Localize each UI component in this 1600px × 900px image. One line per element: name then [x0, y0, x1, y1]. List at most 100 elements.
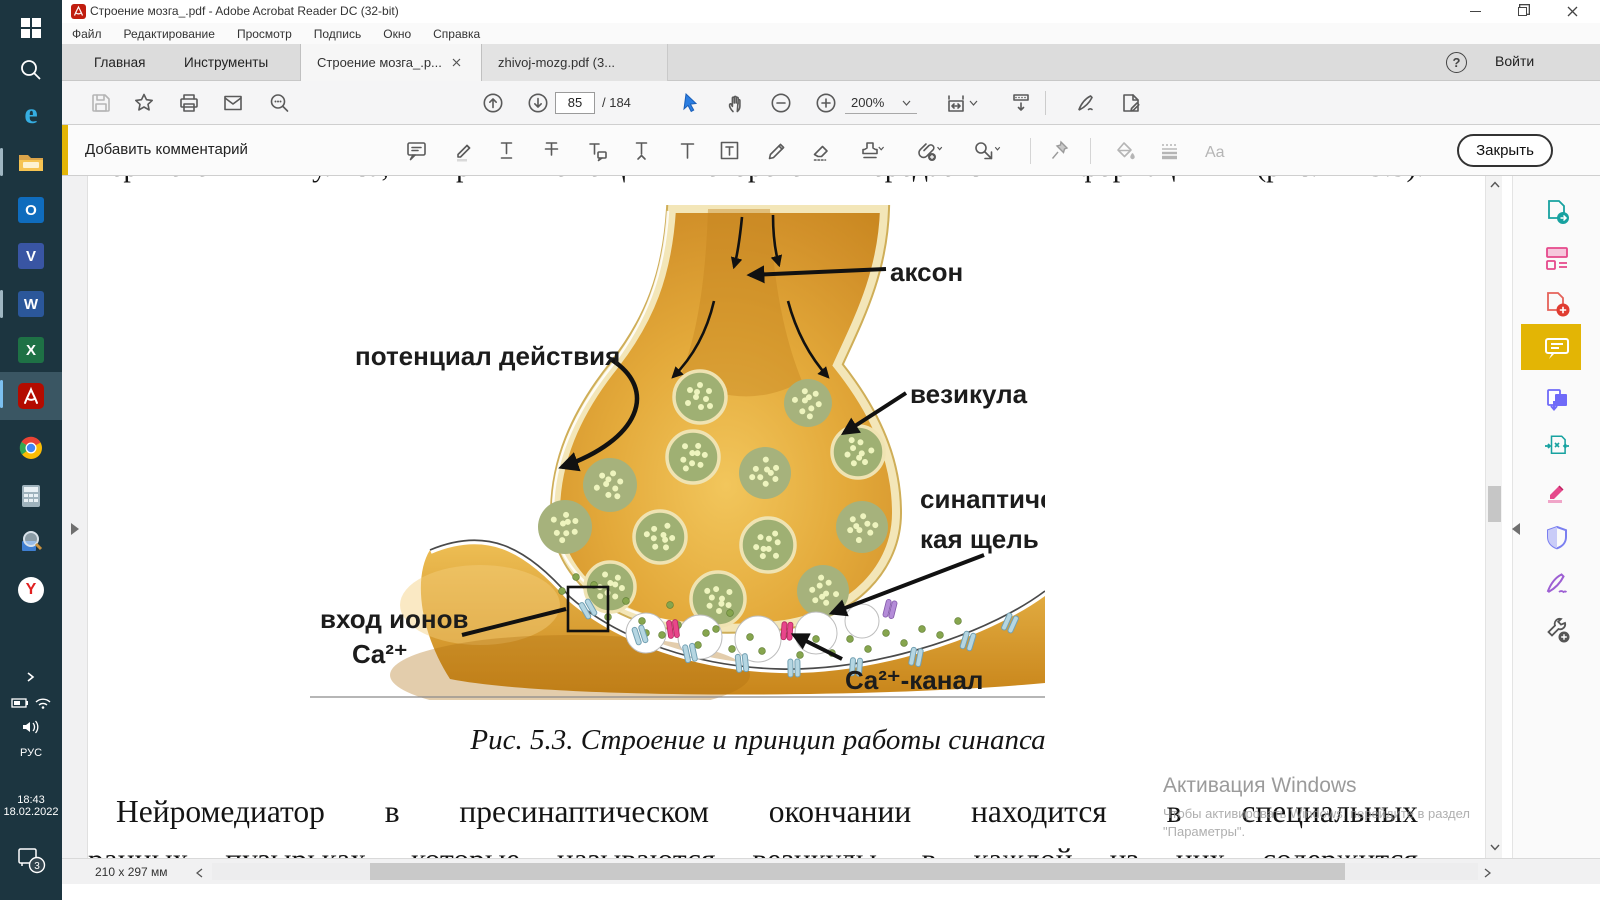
select-tool-icon[interactable]	[680, 92, 702, 114]
close-icon	[1567, 6, 1578, 17]
taskbar-clock[interactable]: 18:43 18.02.2022	[0, 788, 62, 824]
zoom-in-icon[interactable]	[815, 92, 837, 114]
scroll-right-icon[interactable]	[1484, 868, 1491, 878]
notification-center-button[interactable]: 3	[0, 838, 62, 882]
taskbar-volume[interactable]	[0, 714, 62, 740]
hand-tool-icon[interactable]	[726, 92, 748, 114]
pin-icon[interactable]	[1048, 139, 1072, 163]
eraser-icon[interactable]	[810, 139, 834, 163]
tool-combine-files[interactable]	[1523, 380, 1591, 420]
zoom-out-icon[interactable]	[770, 92, 792, 114]
minimize-button[interactable]	[1458, 0, 1492, 23]
horizontal-scrollbar[interactable]	[212, 863, 1478, 880]
print-icon[interactable]	[178, 92, 200, 114]
fill-color-icon[interactable]	[1113, 139, 1137, 163]
menu-window[interactable]: Окно	[383, 27, 411, 41]
sticky-note-icon[interactable]	[405, 139, 429, 163]
notification-icon: 3	[16, 846, 46, 874]
replace-text-icon[interactable]	[585, 139, 609, 163]
pdf-page[interactable]: нервного импульса, при помощи которого п…	[88, 176, 1485, 858]
collapse-panel-icon[interactable]	[1512, 522, 1521, 536]
attach-file-icon[interactable]	[915, 139, 947, 163]
start-button[interactable]	[0, 6, 62, 50]
text-box-icon[interactable]	[718, 139, 742, 163]
save-icon[interactable]	[90, 92, 112, 114]
menu-help[interactable]: Справка	[433, 27, 480, 41]
sign-in-button[interactable]: Войти	[1495, 53, 1534, 69]
page-number-input[interactable]: 85	[555, 92, 595, 114]
email-icon[interactable]	[222, 92, 244, 114]
taskbar-acrobat-button[interactable]	[0, 372, 62, 420]
tab-document-active[interactable]: Строение мозга_.p...	[300, 44, 482, 81]
taskbar-tray[interactable]	[0, 690, 62, 716]
font-style-icon[interactable]: Aa	[1203, 139, 1233, 163]
tool-redact-highlight[interactable]	[1523, 472, 1591, 512]
restore-button[interactable]	[1505, 0, 1539, 23]
tool-create-pdf[interactable]	[1523, 284, 1591, 324]
taskbar-excel-button[interactable]: X	[0, 328, 62, 372]
scroll-up-icon[interactable]	[1490, 181, 1500, 188]
vertical-scroll-thumb[interactable]	[1488, 486, 1501, 522]
synapse-diagram: аксон потенциал действия везикула синапт…	[310, 205, 1045, 700]
scroll-left-icon[interactable]	[196, 868, 203, 878]
tool-protect[interactable]	[1523, 518, 1591, 558]
acrobat-reader-icon	[20, 386, 42, 406]
tool-compress-pdf[interactable]	[1523, 426, 1591, 466]
expand-left-panel-icon[interactable]	[70, 522, 80, 536]
drawing-shapes-icon[interactable]	[972, 139, 1004, 163]
taskbar-calculator-button[interactable]	[0, 474, 62, 518]
previous-page-icon[interactable]	[482, 92, 504, 114]
taskbar-word-button[interactable]: W	[0, 282, 62, 326]
tool-fill-sign[interactable]	[1523, 564, 1591, 604]
taskbar-edge-button[interactable]: e	[0, 92, 62, 136]
tool-organize-pages[interactable]	[1523, 238, 1591, 278]
find-icon[interactable]	[268, 92, 290, 114]
menu-sign[interactable]: Подпись	[314, 27, 362, 41]
close-tab-icon[interactable]	[452, 58, 461, 67]
tool-more-tools[interactable]	[1523, 610, 1591, 650]
menu-view[interactable]: Просмотр	[237, 27, 292, 41]
wifi-icon	[35, 697, 51, 709]
scroll-down-icon[interactable]	[1490, 844, 1500, 851]
close-button[interactable]	[1555, 0, 1589, 23]
taskbar-chevron[interactable]	[0, 664, 62, 690]
menu-file[interactable]: Файл	[72, 27, 102, 41]
edge-icon: e	[18, 101, 44, 127]
taskbar-explorer-button[interactable]	[0, 140, 62, 184]
tab-tools[interactable]: Инструменты	[170, 44, 282, 81]
taskbar-outlook-button[interactable]: O	[0, 188, 62, 232]
taskbar-search-app-button[interactable]	[0, 520, 62, 564]
draw-pencil-icon[interactable]	[765, 139, 789, 163]
label-action-potential: потенциал действия	[355, 341, 620, 371]
zoom-level-select[interactable]: 200%	[845, 92, 917, 114]
horizontal-scroll-thumb[interactable]	[370, 863, 1345, 880]
add-text-icon[interactable]	[676, 139, 700, 163]
help-icon[interactable]: ?	[1446, 52, 1467, 73]
next-page-icon[interactable]	[527, 92, 549, 114]
taskbar-yandex-button[interactable]: Y	[0, 568, 62, 612]
tab-document-other[interactable]: zhivoj-mozg.pdf (3...	[482, 44, 668, 81]
highlight-text-icon[interactable]	[452, 139, 476, 163]
line-weight-icon[interactable]	[1158, 139, 1182, 163]
ca-channel-center	[781, 622, 793, 641]
taskbar-visio-button[interactable]: V	[0, 234, 62, 278]
stamp-icon[interactable]	[858, 139, 890, 163]
strikethrough-text-icon[interactable]	[540, 139, 564, 163]
tool-comment[interactable]	[1523, 328, 1591, 368]
close-comment-toolbar-button[interactable]: Закрыть	[1457, 134, 1553, 167]
insert-text-icon[interactable]	[630, 139, 654, 163]
sign-pen-icon[interactable]	[1075, 92, 1097, 114]
taskbar-search-button[interactable]	[0, 48, 62, 92]
fit-width-icon[interactable]	[945, 92, 967, 114]
language-indicator[interactable]: РУС	[0, 742, 62, 764]
menu-edit[interactable]: Редактирование	[124, 27, 215, 41]
edit-page-icon[interactable]	[1120, 92, 1142, 114]
underline-text-icon[interactable]	[495, 139, 519, 163]
tab-home[interactable]: Главная	[80, 44, 159, 81]
vertical-scrollbar[interactable]	[1485, 176, 1502, 858]
taskbar-chrome-button[interactable]	[0, 426, 62, 470]
fit-page-icon[interactable]	[1010, 92, 1032, 114]
tool-export-pdf[interactable]	[1523, 192, 1591, 232]
chevron-down-icon[interactable]	[969, 92, 979, 114]
star-favorites-icon[interactable]	[133, 92, 155, 114]
